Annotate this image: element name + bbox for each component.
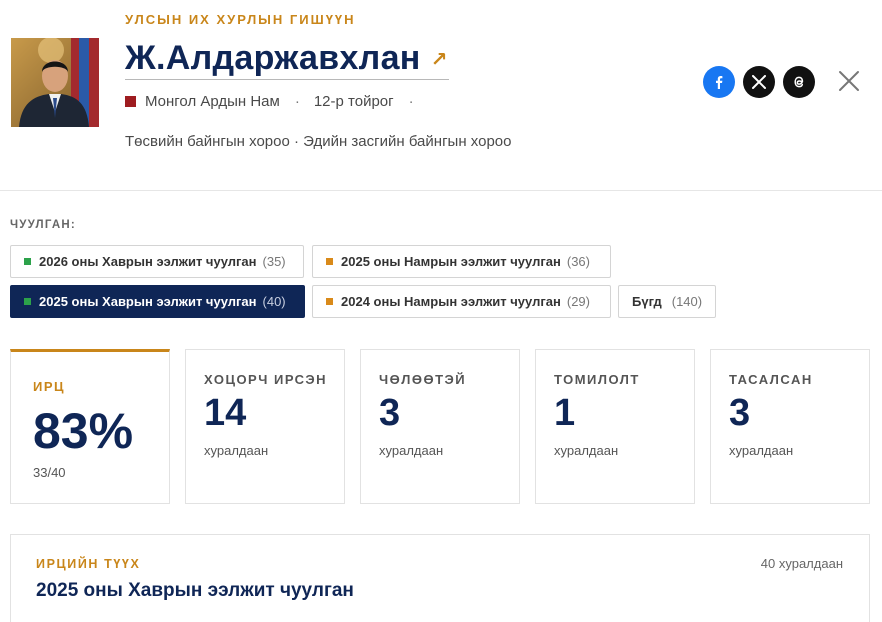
threads-icon bbox=[794, 76, 804, 88]
session-chip-all[interactable]: Бүгд (140) bbox=[618, 285, 716, 318]
stat-card-excused: ЧӨЛӨӨТЭЙ 3 хуралдаан bbox=[360, 349, 520, 504]
meta-separator: · bbox=[294, 93, 300, 110]
x-icon bbox=[752, 75, 766, 89]
session-count: (35) bbox=[262, 254, 286, 269]
stat-label: ХОЦОРЧ ИРСЭН bbox=[204, 372, 328, 387]
session-chip-2026-spring[interactable]: 2026 оны Хаврын ээлжит чуулган (35) bbox=[10, 245, 304, 278]
session-count: (40) bbox=[262, 294, 286, 309]
facebook-share-button[interactable] bbox=[703, 66, 735, 98]
history-title: 2025 оны Хаврын ээлжит чуулган bbox=[36, 580, 354, 601]
member-header: УЛСЫН ИХ ХУРЛЫН ГИШҮҮН Ж.Алдаржавхлан ↗ bbox=[0, 0, 882, 191]
stat-label: ЧӨЛӨӨТЭЙ bbox=[379, 372, 467, 387]
stat-sub: хуралдаан bbox=[729, 443, 794, 458]
stat-value: 14 bbox=[204, 392, 247, 434]
committees: Төсвийн байнгын хороо · Эдийн засгийн ба… bbox=[125, 133, 512, 150]
session-label: 2025 оны Хаврын ээлжит чуулган bbox=[39, 294, 257, 309]
stat-label: ТОМИЛОЛТ bbox=[554, 372, 640, 387]
session-chip-2025-autumn[interactable]: 2025 оны Намрын ээлжит чуулган (36) bbox=[312, 245, 611, 278]
external-link-icon: ↗ bbox=[430, 49, 448, 71]
stat-value: 3 bbox=[729, 392, 751, 434]
member-name: Ж.Алдаржавхлан bbox=[125, 39, 421, 77]
session-chip-2025-spring[interactable]: 2025 оны Хаврын ээлжит чуулган (40) bbox=[10, 285, 305, 318]
session-color-icon bbox=[24, 258, 31, 265]
facebook-icon bbox=[716, 76, 723, 89]
stat-sub: 33/40 bbox=[33, 465, 66, 480]
stat-value: 83% bbox=[33, 403, 134, 459]
sessions-label: ЧУУЛГАН: bbox=[10, 219, 76, 231]
x-share-button[interactable] bbox=[743, 66, 775, 98]
stat-sub: хуралдаан bbox=[379, 443, 444, 458]
stat-sub: хуралдаан bbox=[204, 443, 269, 458]
session-label: 2025 оны Намрын ээлжит чуулган bbox=[341, 254, 561, 269]
session-count: (36) bbox=[566, 254, 590, 269]
session-color-icon bbox=[24, 298, 31, 305]
member-name-link[interactable]: Ж.Алдаржавхлан ↗ bbox=[125, 38, 450, 80]
history-count: 40 хуралдаан bbox=[760, 556, 843, 571]
threads-share-button[interactable] bbox=[783, 66, 815, 98]
stat-card-attendance: ИРЦ 83% 33/40 bbox=[10, 349, 170, 504]
stat-card-mission: ТОМИЛОЛТ 1 хуралдаан bbox=[535, 349, 695, 504]
session-label: Бүгд bbox=[632, 294, 662, 309]
meta-separator: · bbox=[408, 93, 414, 110]
stat-label: ТАСАЛСАН bbox=[729, 372, 813, 387]
close-icon bbox=[839, 71, 859, 91]
session-label: 2024 оны Намрын ээлжит чуулган bbox=[341, 294, 561, 309]
session-chip-2024-autumn[interactable]: 2024 оны Намрын ээлжит чуулган (29) bbox=[312, 285, 611, 318]
session-color-icon bbox=[326, 298, 333, 305]
stat-card-absent: ТАСАЛСАН 3 хуралдаан bbox=[710, 349, 870, 504]
close-button[interactable] bbox=[837, 69, 861, 93]
stat-sub: хуралдаан bbox=[554, 443, 619, 458]
stat-value: 1 bbox=[554, 392, 576, 434]
member-photo bbox=[11, 38, 99, 127]
member-meta: Монгол Ардын Нам · 12-р тойрог · bbox=[125, 93, 428, 110]
district: 12-р тойрог bbox=[313, 93, 394, 110]
attendance-history: ИРЦИЙН ТҮҮХ 40 хуралдаан 2025 оны Хаврын… bbox=[10, 534, 870, 622]
member-role: УЛСЫН ИХ ХУРЛЫН ГИШҮҮН bbox=[125, 12, 356, 27]
session-label: 2026 оны Хаврын ээлжит чуулган bbox=[39, 254, 257, 269]
party-name: Монгол Ардын Нам bbox=[145, 93, 280, 110]
session-count: (29) bbox=[566, 294, 590, 309]
stat-value: 3 bbox=[379, 392, 401, 434]
session-color-icon bbox=[326, 258, 333, 265]
stat-card-late: ХОЦОРЧ ИРСЭН 14 хуралдаан bbox=[185, 349, 345, 504]
stat-label: ИРЦ bbox=[33, 379, 66, 394]
session-count: (140) bbox=[671, 294, 703, 309]
history-label: ИРЦИЙН ТҮҮХ bbox=[36, 557, 141, 571]
party-color-icon bbox=[125, 96, 136, 107]
